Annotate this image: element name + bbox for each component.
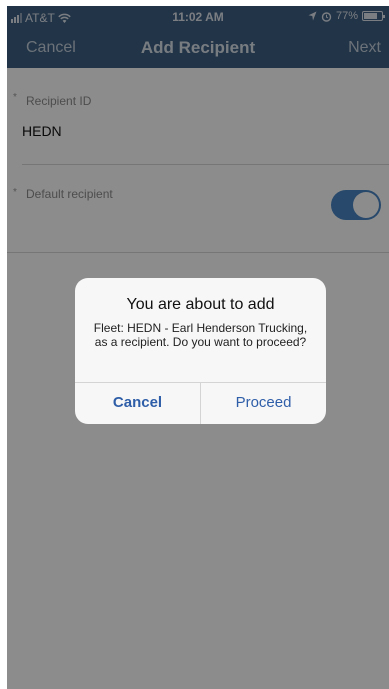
alert-message: Fleet: HEDN - Earl Henderson Trucking, a… (93, 321, 308, 349)
alert-title: You are about to add (126, 296, 275, 313)
confirm-alert: You are about to add Fleet: HEDN - Earl … (75, 278, 326, 424)
app-screen: AT&T 11:02 AM 77% Cancel Add Recipient N… (7, 6, 389, 689)
alert-cancel-button[interactable]: Cancel (75, 382, 200, 424)
alert-proceed-button[interactable]: Proceed (201, 382, 326, 424)
